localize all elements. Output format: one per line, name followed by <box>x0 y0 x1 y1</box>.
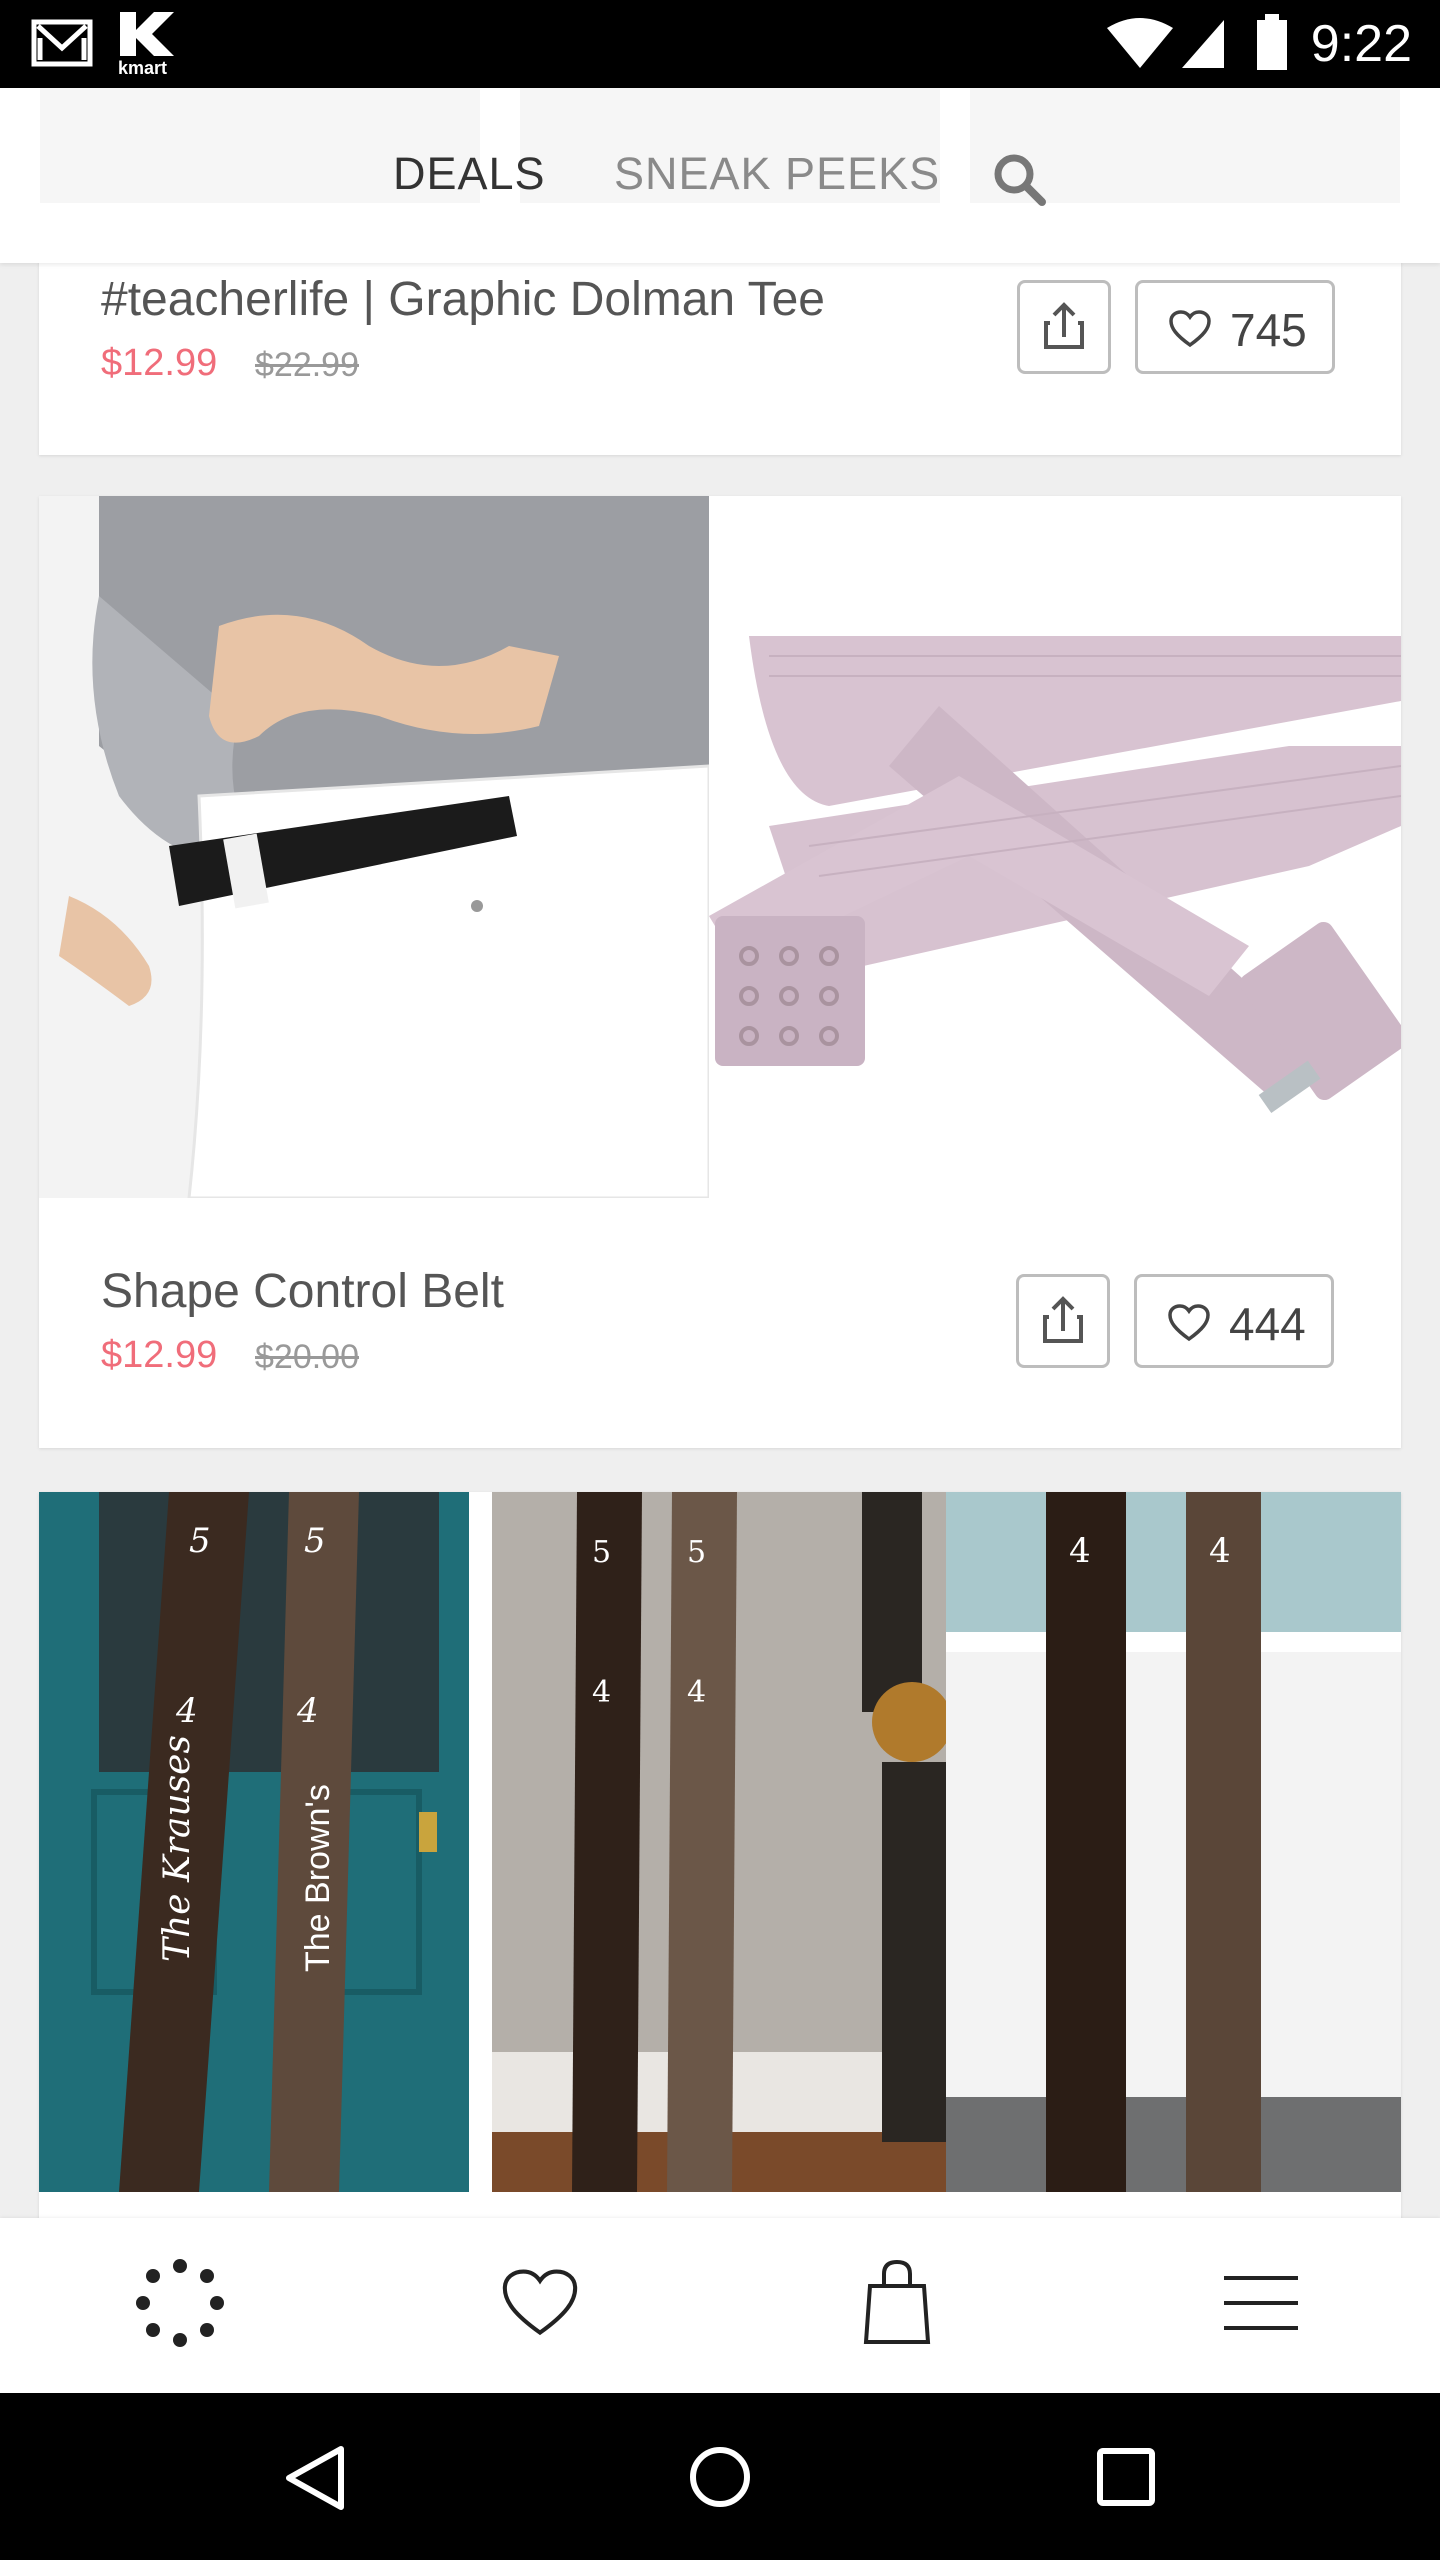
svg-text:4: 4 <box>175 1691 198 1731</box>
image-text: The Krauses <box>157 1735 198 1962</box>
bag-icon[interactable] <box>862 2256 932 2351</box>
home-icon[interactable] <box>688 2445 752 2514</box>
system-nav-bar <box>0 2393 1440 2560</box>
heart-icon <box>1168 1304 1210 1342</box>
carrier-label: kmart <box>118 58 168 78</box>
bottom-tab-bar <box>0 2218 1440 2393</box>
back-icon[interactable] <box>283 2445 347 2516</box>
signal-icon <box>1180 18 1226 75</box>
product-image-growth-chart-wall[interactable]: 44 <box>946 1492 1401 2192</box>
share-button[interactable] <box>1017 280 1111 374</box>
svg-text:4: 4 <box>1209 1531 1231 1571</box>
product-image-belt-flat[interactable] <box>709 496 1401 1198</box>
svg-text:4: 4 <box>687 1675 706 1710</box>
battery-icon <box>1255 14 1289 77</box>
gmail-icon <box>30 16 94 75</box>
tab-sneak-peeks[interactable]: SNEAK PEEKS <box>614 148 940 200</box>
like-count: 444 <box>1229 1298 1306 1350</box>
svg-text:5: 5 <box>592 1535 611 1570</box>
tab-deals[interactable]: DEALS <box>393 148 546 200</box>
product-image-growth-chart-room[interactable]: 5 5 4 4 <box>492 1492 946 2192</box>
product-card[interactable]: 5454 The Krauses The Brown's 5544 4 4 <box>39 1492 1401 2232</box>
product-image-growth-chart-door[interactable]: 5 4 5 4 The Krauses The Brown's <box>39 1492 492 2192</box>
svg-text:4: 4 <box>592 1675 611 1710</box>
menu-icon[interactable] <box>1224 2272 1298 2339</box>
original-price: $20.00 <box>255 1338 359 1376</box>
product-image-belt-worn[interactable] <box>39 496 709 1198</box>
like-button[interactable]: 444 <box>1134 1274 1334 1368</box>
product-title[interactable]: #teacherlife | Graphic Dolman Tee <box>101 272 825 327</box>
recents-icon[interactable] <box>1096 2447 1156 2512</box>
share-button[interactable] <box>1016 1274 1110 1368</box>
svg-text:4: 4 <box>1069 1531 1091 1571</box>
image-text: The Brown's <box>299 1784 337 1972</box>
product-title[interactable]: Shape Control Belt <box>101 1264 504 1319</box>
share-icon <box>1044 302 1084 349</box>
like-button[interactable]: 745 <box>1135 280 1335 374</box>
heart-icon <box>1169 310 1211 348</box>
favorites-icon[interactable] <box>498 2266 582 2345</box>
original-price: $22.99 <box>255 346 359 384</box>
top-nav: DEALS SNEAK PEEKS <box>0 88 1440 263</box>
search-icon[interactable] <box>990 150 1048 208</box>
deals-icon[interactable] <box>135 2258 225 2353</box>
sale-price: $12.99 <box>101 342 218 384</box>
wifi-icon <box>1105 18 1175 75</box>
svg-text:4: 4 <box>296 1691 319 1731</box>
product-card[interactable]: Shape Control Belt $12.99 $20.00 444 <box>39 496 1401 1448</box>
share-icon <box>1043 1296 1083 1343</box>
clock: 9:22 <box>1310 15 1412 73</box>
svg-text:5: 5 <box>687 1535 706 1570</box>
svg-text:5: 5 <box>189 1521 211 1561</box>
like-count: 745 <box>1230 304 1307 356</box>
status-bar: kmart 9:22 <box>0 0 1440 88</box>
sale-price: $12.99 <box>101 1334 218 1376</box>
svg-text:5: 5 <box>304 1521 326 1561</box>
